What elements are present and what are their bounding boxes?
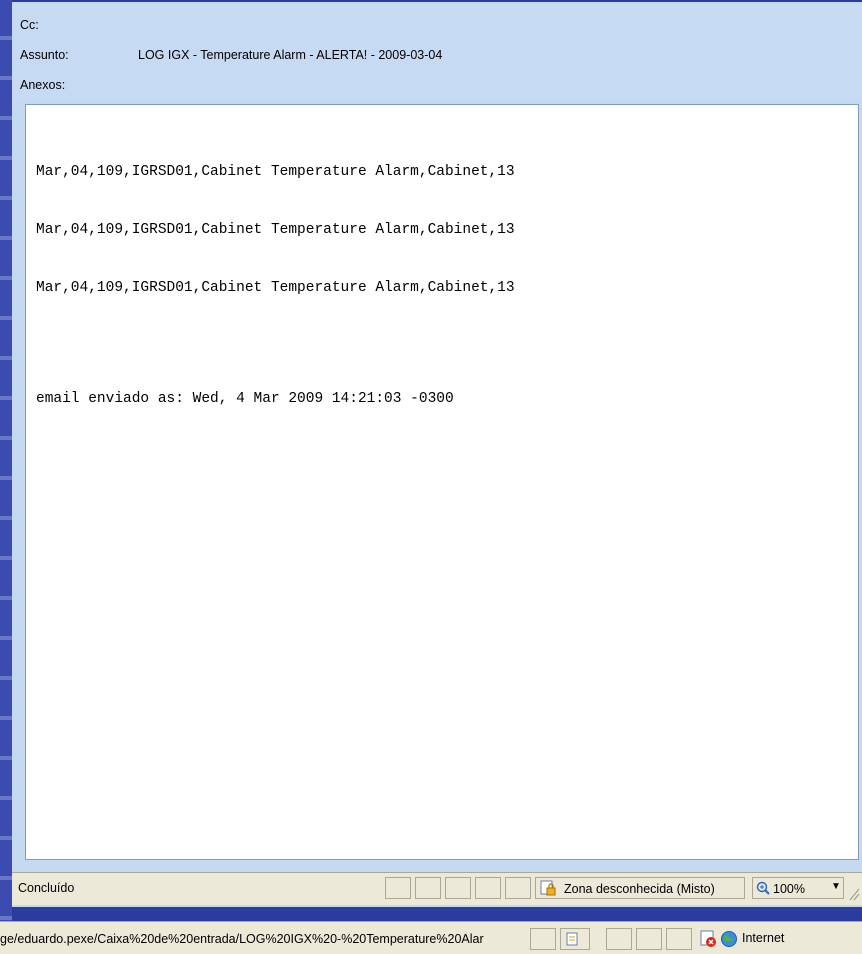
- status-cell: [636, 928, 662, 950]
- status-cell: [505, 877, 531, 899]
- zone-label: Zona desconhecida (Misto): [564, 882, 715, 896]
- page-icon: [566, 932, 578, 946]
- chevron-down-icon: ▼: [831, 881, 841, 892]
- status-cell: [560, 928, 590, 950]
- error-icon: [700, 930, 716, 947]
- message-line: Mar,04,109,IGRSD01,Cabinet Temperature A…: [36, 164, 515, 180]
- zoom-level: 100%: [773, 882, 805, 896]
- resize-grip-icon[interactable]: [848, 885, 860, 901]
- status-url: ge/eduardo.pexe/Caixa%20de%20entrada/LOG…: [0, 932, 484, 946]
- subject-label: Assunto:: [20, 48, 69, 62]
- internet-zone[interactable]: Internet: [696, 928, 862, 950]
- message-footer: email enviado as: Wed, 4 Mar 2009 14:21:…: [36, 391, 454, 407]
- zone-label: Internet: [742, 931, 785, 945]
- email-header: Cc: Assunto: LOG IGX - Temperature Alarm…: [12, 2, 862, 100]
- status-cell: [530, 928, 556, 950]
- message-body[interactable]: Mar,04,109,IGRSD01,Cabinet Temperature A…: [25, 104, 859, 860]
- outer-status-bar: ge/eduardo.pexe/Caixa%20de%20entrada/LOG…: [0, 921, 862, 954]
- message-line: Mar,04,109,IGRSD01,Cabinet Temperature A…: [36, 280, 515, 296]
- message-line: Mar,04,109,IGRSD01,Cabinet Temperature A…: [36, 222, 515, 238]
- slide-left-strip: [0, 0, 12, 953]
- status-cell: [475, 877, 501, 899]
- attachments-label: Anexos:: [20, 78, 66, 92]
- status-cell: [415, 877, 441, 899]
- status-cell: [445, 877, 471, 899]
- cc-label: Cc:: [20, 18, 39, 32]
- status-text: Concluído: [18, 881, 75, 895]
- subject-value: LOG IGX - Temperature Alarm - ALERTA! - …: [138, 48, 443, 62]
- status-cell: [385, 877, 411, 899]
- status-cell: [666, 928, 692, 950]
- magnifier-icon: [756, 881, 770, 895]
- globe-icon: [721, 931, 737, 947]
- zoom-control[interactable]: 100% ▼: [752, 877, 844, 899]
- security-zone[interactable]: Zona desconhecida (Misto): [535, 877, 745, 899]
- status-bar: Concluído Zona desconhecida (Misto) 100%…: [12, 872, 862, 905]
- status-cell: [606, 928, 632, 950]
- lock-warning-icon: [540, 880, 556, 896]
- email-viewer-window: Cc: Assunto: LOG IGX - Temperature Alarm…: [12, 2, 862, 907]
